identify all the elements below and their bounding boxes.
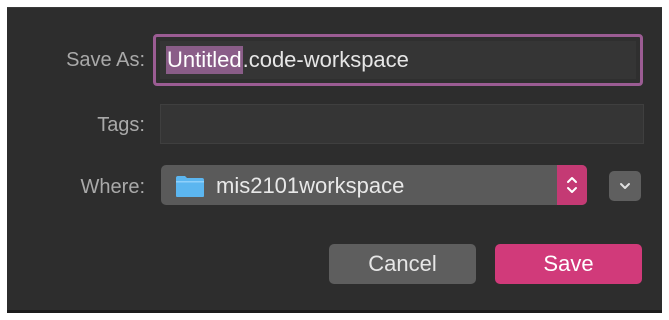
expand-dialog-button[interactable]: [609, 171, 641, 201]
cancel-button[interactable]: Cancel: [329, 244, 476, 284]
folder-icon: [176, 176, 204, 197]
tags-label: Tags:: [97, 114, 145, 136]
updown-chevron-icon[interactable]: [557, 165, 587, 205]
filename-extension-text: .code-workspace: [242, 47, 409, 72]
filename-input-inner[interactable]: Untitled .code-workspace: [160, 41, 636, 79]
filename-input[interactable]: Untitled .code-workspace: [153, 34, 643, 86]
save-as-label: Save As:: [66, 49, 145, 71]
save-button[interactable]: Save: [495, 244, 642, 284]
where-label: Where:: [80, 176, 145, 198]
save-dialog: Save As: Untitled .code-workspace Tags: W…: [7, 7, 662, 313]
dialog-bottom-edge: [7, 310, 662, 313]
where-location-text: mis2101workspace: [216, 173, 405, 198]
tags-input[interactable]: [160, 104, 644, 144]
filename-selected-text: Untitled: [166, 46, 243, 74]
chevron-down-icon: [620, 183, 630, 189]
filename-text: Untitled .code-workspace: [166, 46, 409, 74]
where-location-select[interactable]: mis2101workspace: [161, 165, 587, 205]
